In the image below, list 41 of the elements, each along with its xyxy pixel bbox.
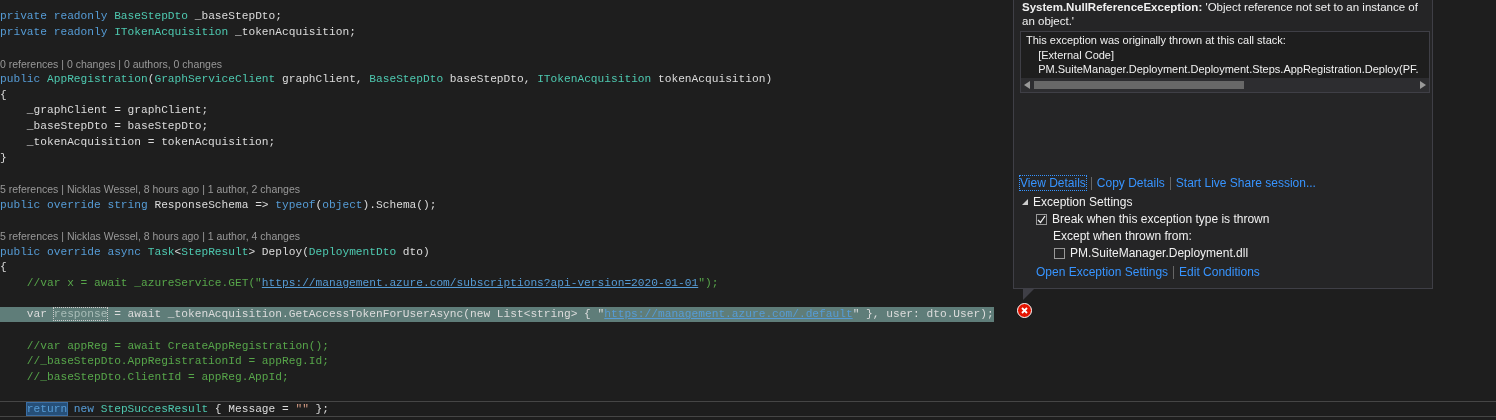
- action-link[interactable]: View Details: [1020, 176, 1086, 190]
- code-line: return new StepSuccesResult { Message = "" };: [25, 401, 330, 417]
- code-line: _tokenAcquisition = tokenAcquisition;: [25, 134, 276, 150]
- action-link[interactable]: Start Live Share session...: [1175, 176, 1316, 190]
- horizontal-scrollbar[interactable]: [1021, 78, 1429, 92]
- code-line: {: [0, 87, 7, 103]
- codelens-info[interactable]: 5 references | Nicklas Wessel, 8 hours ago | 1 author, 4 changes: [0, 230, 300, 244]
- settings-link[interactable]: Open Exception Settings: [1036, 265, 1169, 279]
- option-caption: Except when thrown from:: [1053, 229, 1193, 243]
- error-icon[interactable]: [1017, 303, 1032, 318]
- code-line: //var appReg = await CreateAppRegistration();: [25, 338, 329, 354]
- call-stack-line: This exception was originally thrown at this call stack:: [1026, 33, 1287, 48]
- action-link[interactable]: Copy Details: [1096, 176, 1165, 190]
- code-line: _baseStepDto = baseStepDto;: [25, 119, 209, 135]
- code-line: public override async Task<StepResult> Deploy(DeploymentDto dto): [0, 244, 430, 260]
- checkbox-option[interactable]: Break when this exception type is thrown: [1036, 212, 1424, 226]
- exception-message: System.NullReferenceException: 'Object reference not set to an instance of an object.': [1022, 0, 1419, 28]
- call-stack-line: PM.SuiteManager.Deployment.Deployment.Steps.AppRegistration.Deploy(PF.: [1037, 62, 1420, 77]
- checkbox[interactable]: [1054, 247, 1065, 259]
- exception-settings-toggle[interactable]: Exception Settings: [1022, 195, 1133, 209]
- code-line: //_baseStepDto.AppRegistrationId = appReg.Id;: [25, 354, 329, 370]
- scrollbar-thumb[interactable]: [1034, 81, 1244, 89]
- checkbox-option[interactable]: PM.SuiteManager.Deployment.dll: [1054, 246, 1424, 260]
- code-line: private readonly BaseStepDto _baseStepDto;: [0, 9, 282, 25]
- code-line: public override string ResponseSchema => typeof(object).Schema();: [0, 197, 437, 213]
- codelens-info[interactable]: 5 references | Nicklas Wessel, 8 hours ago | 1 author, 2 changes: [0, 183, 300, 197]
- scroll-right-icon[interactable]: [1420, 81, 1426, 89]
- code-line: //_baseStepDto.ClientId = appReg.AppId;: [25, 370, 289, 386]
- check-icon: [1037, 214, 1046, 224]
- collapse-icon: [1022, 199, 1028, 205]
- code-line: _graphClient = graphClient;: [25, 103, 209, 119]
- checkbox[interactable]: [1036, 213, 1047, 225]
- code-line: //var x = await _azureService.GET("https://management.azure.com/subscriptions?api-version=2020-01-01");: [25, 276, 719, 292]
- code-line: }: [0, 150, 7, 166]
- settings-link[interactable]: Edit Conditions: [1179, 265, 1260, 279]
- code-line: {: [0, 260, 7, 276]
- scroll-left-icon[interactable]: [1024, 81, 1030, 89]
- codelens-info[interactable]: 0 references | 0 changes | 0 authors, 0 changes: [0, 57, 222, 71]
- code-line: private readonly ITokenAcquisition _tokenAcquisition;: [0, 25, 356, 41]
- code-line: public AppRegistration(GraphServiceClient graphClient, BaseStepDto baseStepDto, ITokenAcquisition tokenAcquisition): [0, 72, 773, 88]
- call-stack-line: [External Code]: [1037, 47, 1116, 62]
